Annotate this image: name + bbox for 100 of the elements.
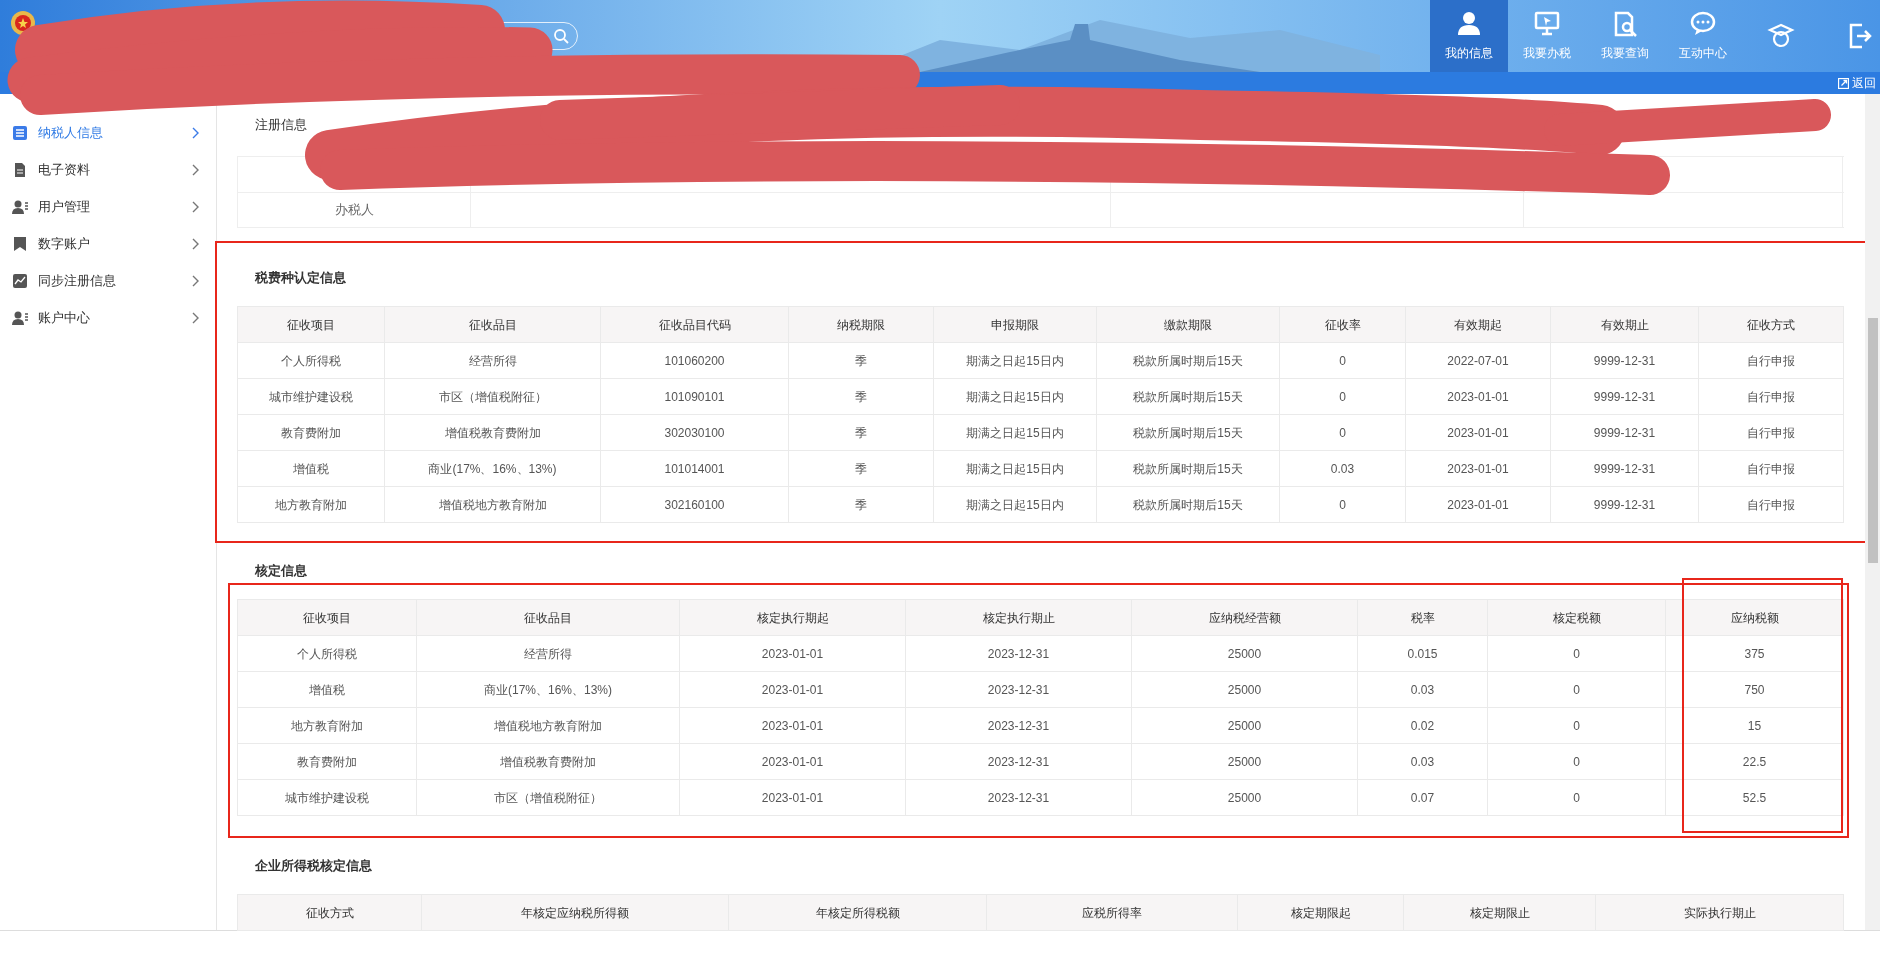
table-cell: 地方教育附加 xyxy=(237,707,417,744)
table-cell: 0 xyxy=(1279,486,1406,523)
table-cell: 增值税地方教育附加 xyxy=(384,486,601,523)
table-cell: 0.03 xyxy=(1279,450,1406,487)
column-header: 年核定应纳税所得额 xyxy=(421,894,729,931)
table-cell: 季 xyxy=(788,486,934,523)
table-cell: 2022-07-01 xyxy=(1405,342,1551,379)
scrollbar[interactable] xyxy=(1865,94,1880,930)
table-cell: 城市维护建设税 xyxy=(237,378,385,415)
column-header: 纳税期限 xyxy=(788,306,934,343)
table-cell: 期满之日起15日内 xyxy=(933,378,1097,415)
document-icon xyxy=(12,161,28,178)
column-header: 应纳税额 xyxy=(1665,599,1844,636)
table-cell: 2023-01-01 xyxy=(1405,486,1551,523)
column-header: 核定税额 xyxy=(1487,599,1666,636)
monitor-icon xyxy=(1533,10,1561,38)
back-link[interactable]: 返回 xyxy=(1838,74,1876,92)
tab[interactable]: 注册信息 xyxy=(237,94,1844,156)
table-cell: 税款所属时期后15天 xyxy=(1096,342,1280,379)
column-header: 征收品目 xyxy=(416,599,680,636)
table-cell: 增值税 xyxy=(237,450,385,487)
table-cell: 增值税教育费附加 xyxy=(384,414,601,451)
table-cell: 季 xyxy=(788,414,934,451)
external-link-icon xyxy=(1838,77,1849,89)
table-cell: 2023-12-31 xyxy=(905,671,1132,708)
column-header: 实际执行期止 xyxy=(1595,894,1844,931)
search-icon[interactable] xyxy=(553,28,569,44)
table-cell: 9999-12-31 xyxy=(1550,342,1699,379)
table-cell: 101014001 xyxy=(600,450,789,487)
section-title: 核定信息 xyxy=(254,562,308,581)
table-cell: 2023-01-01 xyxy=(679,743,906,780)
table-cell: 0 xyxy=(1487,635,1666,672)
table-cell: 302160100 xyxy=(600,486,789,523)
table-cell: 0.02 xyxy=(1357,707,1488,744)
table-cell: 52.5 xyxy=(1665,779,1844,816)
column-header: 有效期止 xyxy=(1550,306,1699,343)
table-cell: 经营所得 xyxy=(384,342,601,379)
nav-button[interactable]: 我的信息 xyxy=(1430,0,1508,72)
column-header: 申报期限 xyxy=(933,306,1097,343)
table-cell: 期满之日起15日内 xyxy=(933,486,1097,523)
table-cell: 2023-12-31 xyxy=(905,743,1132,780)
chat-bubble-icon xyxy=(1689,10,1717,38)
table-cell: 0.03 xyxy=(1357,743,1488,780)
sidebar-item[interactable]: 电子资料 xyxy=(0,151,216,188)
column-header: 征收率 xyxy=(1279,306,1406,343)
sidebar-item[interactable]: 同步注册信息 xyxy=(0,262,216,299)
table-cell: 季 xyxy=(788,342,934,379)
scrollbar-thumb[interactable] xyxy=(1868,318,1878,563)
bookmark-icon xyxy=(12,235,28,252)
table-cell: 商业(17%、16%、13%) xyxy=(384,450,601,487)
table-cell: 9999-12-31 xyxy=(1550,450,1699,487)
table-cell: 地方教育附加 xyxy=(237,486,385,523)
table-cell: 季 xyxy=(788,378,934,415)
column-header: 应纳税经营额 xyxy=(1131,599,1358,636)
table-cell: 9999-12-31 xyxy=(1550,414,1699,451)
table-cell: 经营所得 xyxy=(416,635,680,672)
table-cell: 2023-12-31 xyxy=(905,635,1132,672)
column-header: 核定期限止 xyxy=(1403,894,1596,931)
table-cell: 0 xyxy=(1487,779,1666,816)
table-cell: 自行申报 xyxy=(1698,486,1844,523)
column-header: 核定期限起 xyxy=(1237,894,1404,931)
chevron-right-icon xyxy=(192,237,200,250)
column-header: 年核定所得税额 xyxy=(728,894,987,931)
column-header: 征收方式 xyxy=(1698,306,1844,343)
table-cell: 自行申报 xyxy=(1698,378,1844,415)
table-cell: 25000 xyxy=(1131,671,1358,708)
sidebar-item[interactable]: 纳税人信息 xyxy=(0,114,216,151)
table-cell: 0 xyxy=(1279,414,1406,451)
table-cell: 375 xyxy=(1665,635,1844,672)
table-cell: 教育费附加 xyxy=(237,414,385,451)
sidebar-item[interactable]: 数字账户 xyxy=(0,225,216,262)
table-cell: 税款所属时期后15天 xyxy=(1096,450,1280,487)
column-header: 征收方式 xyxy=(237,894,422,931)
chevron-right-icon xyxy=(192,274,200,287)
table-cell: 25000 xyxy=(1131,635,1358,672)
sidebar-item[interactable]: 用户管理 xyxy=(0,188,216,225)
table-cell: 商业(17%、16%、13%) xyxy=(416,671,680,708)
table-cell: 15 xyxy=(1665,707,1844,744)
column-header: 征收品目 xyxy=(384,306,601,343)
table-cell: 0 xyxy=(1487,743,1666,780)
table-cell: 9999-12-31 xyxy=(1550,378,1699,415)
table-cell: 25000 xyxy=(1131,743,1358,780)
table-cell: 101090101 xyxy=(600,378,789,415)
chevron-right-icon xyxy=(192,200,200,213)
table-cell: 2023-01-01 xyxy=(679,671,906,708)
sidebar-item[interactable]: 账户中心 xyxy=(0,299,216,336)
table-cell: 办税人 xyxy=(237,193,470,227)
person-icon xyxy=(1455,10,1483,38)
table-cell: 增值税教育费附加 xyxy=(416,743,680,780)
table-cell: 个人所得税 xyxy=(237,342,385,379)
column-header: 税率 xyxy=(1357,599,1488,636)
column-header: 征收项目 xyxy=(237,599,417,636)
table-cell: 增值税 xyxy=(237,671,417,708)
table-cell: 2023-01-01 xyxy=(679,635,906,672)
table-cell: 750 xyxy=(1665,671,1844,708)
table-cell: 自行申报 xyxy=(1698,342,1844,379)
table-cell: 自行申报 xyxy=(1698,450,1844,487)
table-cell: 9999-12-31 xyxy=(1550,486,1699,523)
table-cell: 2023-01-01 xyxy=(679,779,906,816)
table-cell: 0 xyxy=(1487,671,1666,708)
